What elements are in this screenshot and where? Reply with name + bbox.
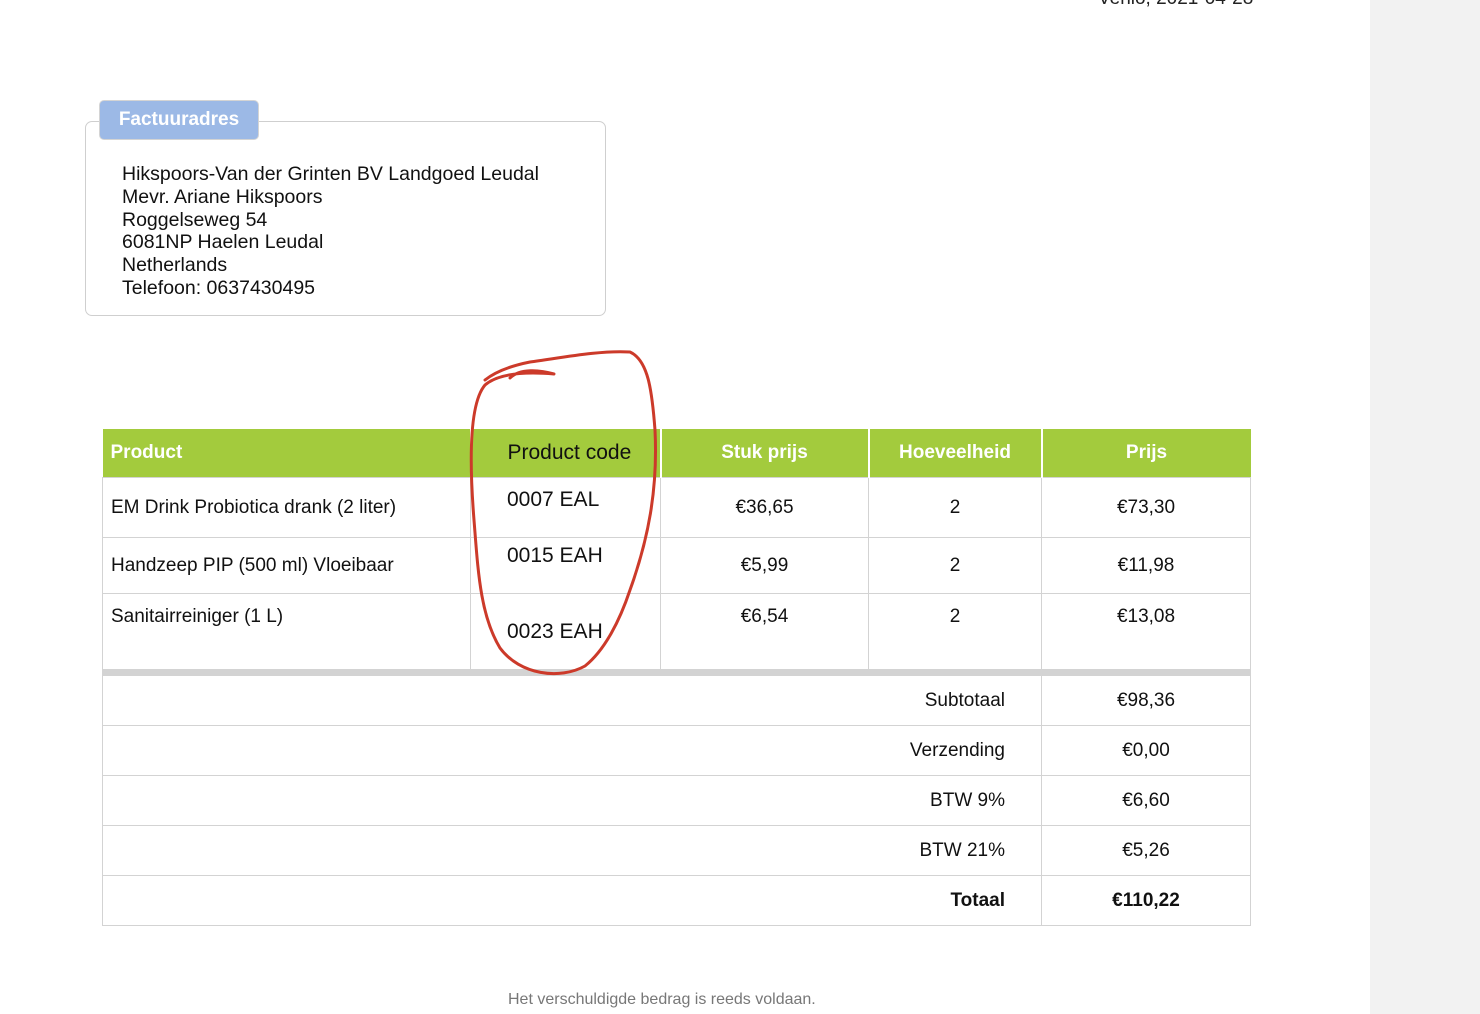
total-row: Totaal €110,22 <box>102 875 1251 926</box>
col-header-unit-price: Stuk prijs <box>660 429 870 478</box>
cell-unit-price: €6,54 <box>660 593 869 676</box>
totals-spacer <box>102 672 869 726</box>
address-country: Netherlands <box>122 254 228 277</box>
address-phone: Telefoon: 0637430495 <box>122 276 316 299</box>
cell-price: €73,30 <box>1041 477 1251 538</box>
payment-note: Het verschuldigde bedrag is reeds voldaa… <box>508 991 816 1008</box>
subtotal-label: Subtotaal <box>868 672 1042 726</box>
col-header-product-code: Product code <box>470 429 662 478</box>
invoice-date: Venlo, 2021-04-28 <box>1098 0 1253 10</box>
col-header-price: Prijs <box>1041 429 1251 478</box>
totals-spacer <box>102 875 869 926</box>
cell-product: Handzeep PIP (500 ml) Vloeibaar <box>102 537 471 594</box>
totals-spacer <box>102 725 869 776</box>
cell-product-code: 0015 EAH <box>470 537 661 594</box>
vat21-row: BTW 21% €5,26 <box>102 825 1251 876</box>
vat9-value: €6,60 <box>1041 775 1251 826</box>
total-value: €110,22 <box>1041 875 1251 926</box>
col-header-quantity: Hoeveelheid <box>868 429 1043 478</box>
invoice-page: Venlo, 2021-04-28 Factuuradres Hikspoors… <box>0 0 1370 1014</box>
billing-address-tab: Factuuradres <box>99 100 259 140</box>
vat21-label: BTW 21% <box>868 825 1042 876</box>
totals-spacer <box>102 825 869 876</box>
shipping-row: Verzending €0,00 <box>102 725 1251 776</box>
vat9-row: BTW 9% €6,60 <box>102 775 1251 826</box>
cell-quantity: 2 <box>868 537 1042 594</box>
vat21-value: €5,26 <box>1041 825 1251 876</box>
address-city: 6081NP Haelen Leudal <box>122 231 324 254</box>
shipping-value: €0,00 <box>1041 725 1251 776</box>
cell-unit-price: €5,99 <box>660 537 869 594</box>
cell-quantity: 2 <box>868 593 1042 676</box>
vat9-label: BTW 9% <box>868 775 1042 826</box>
subtotal-row: Subtotaal €98,36 <box>102 672 1251 726</box>
address-street: Roggelseweg 54 <box>122 208 268 231</box>
table-row: EM Drink Probiotica drank (2 liter) 0007… <box>102 477 1251 538</box>
cell-product: Sanitairreiniger (1 L) <box>102 593 471 676</box>
total-label: Totaal <box>868 875 1042 926</box>
col-header-product: Product <box>102 429 472 478</box>
billing-address-lines: Hikspoors-Van der Grinten BV Landgoed Le… <box>122 163 539 300</box>
table-header-row: Product Product code Stuk prijs Hoeveelh… <box>102 429 1251 478</box>
cell-unit-price: €36,65 <box>660 477 869 538</box>
address-company: Hikspoors-Van der Grinten BV Landgoed Le… <box>122 163 539 185</box>
cell-product: EM Drink Probiotica drank (2 liter) <box>102 477 471 538</box>
cell-product-code: 0023 EAH <box>470 593 661 676</box>
cell-price: €13,08 <box>1041 593 1251 676</box>
shipping-label: Verzending <box>868 725 1042 776</box>
totals-spacer <box>102 775 869 826</box>
table-row: Sanitairreiniger (1 L) 0023 EAH €6,54 2 … <box>102 593 1251 676</box>
invoice-table: Product Product code Stuk prijs Hoeveelh… <box>102 429 1251 926</box>
address-contact: Mevr. Ariane Hikspoors <box>122 185 323 208</box>
cell-product-code: 0007 EAL <box>470 477 661 538</box>
subtotal-value: €98,36 <box>1041 672 1251 726</box>
cell-price: €11,98 <box>1041 537 1251 594</box>
cell-quantity: 2 <box>868 477 1042 538</box>
table-row: Handzeep PIP (500 ml) Vloeibaar 0015 EAH… <box>102 537 1251 594</box>
